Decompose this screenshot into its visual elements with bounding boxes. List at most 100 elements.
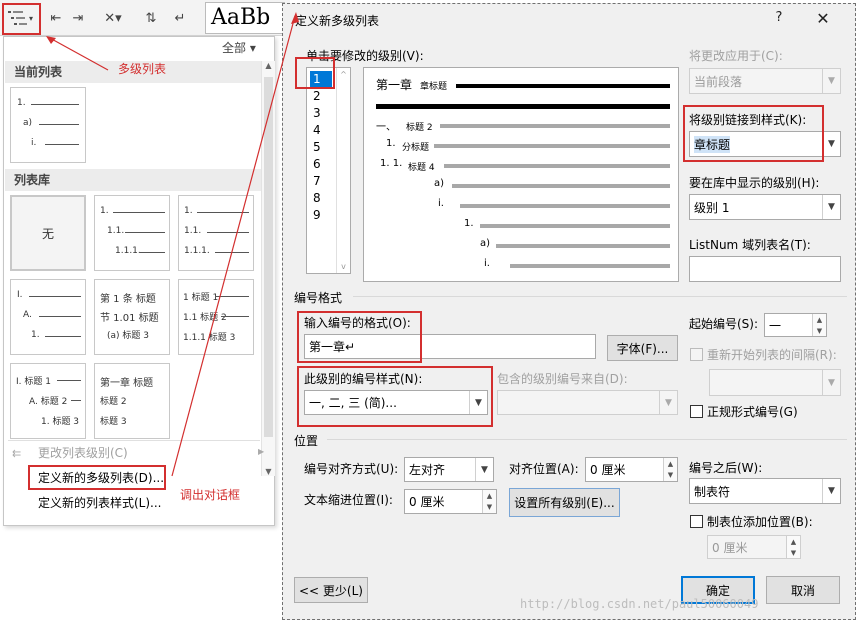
tile-text: I. xyxy=(17,290,23,300)
start-at-value: 一 xyxy=(769,318,782,333)
tile-text: 1. xyxy=(31,330,40,340)
start-at-spinner[interactable]: 一 ▲ ▼ xyxy=(764,313,827,337)
tile-text: (a) 标题 3 xyxy=(107,331,149,341)
preview-line xyxy=(460,204,670,208)
group-divider xyxy=(327,439,847,440)
sort-icon[interactable]: ⇅ xyxy=(140,6,162,30)
tile-text: 第 1 条 标题 xyxy=(100,294,156,305)
follow-number-value: 制表符 xyxy=(694,484,731,499)
help-icon[interactable]: ? xyxy=(769,10,789,25)
annotation-multilevel: 多级列表 xyxy=(118,62,167,76)
cancel-button[interactable]: 取消 xyxy=(766,576,840,604)
tile-text: I. 标题 1 xyxy=(16,377,51,387)
ribbon-toolbar: ▾ ⇤ ⇥ ✕▾ ⇅ ↵ AaBb xyxy=(0,0,290,36)
alignment-label: 编号对齐方式(U): xyxy=(304,462,399,476)
decrease-indent-icon[interactable]: ⇤ xyxy=(46,6,66,30)
tab-stop-checkbox[interactable] xyxy=(690,515,703,528)
panel-scrollbar[interactable]: ▲ ▼ xyxy=(261,61,275,476)
text-indent-spinner[interactable]: 0 厘米 ▲ ▼ xyxy=(404,489,497,514)
set-all-levels-button[interactable]: 设置所有级别(E)... xyxy=(509,488,620,517)
aligned-at-spinner[interactable]: 0 厘米 ▲ ▼ xyxy=(585,457,678,482)
list-tile-1[interactable]: 1. 1.1. 1.1.1. xyxy=(94,195,170,271)
preview-row-txt: 分标题 xyxy=(402,143,430,153)
tile-text: 1. xyxy=(184,206,193,216)
restart-list-label: 重新开始列表的间隔(R): xyxy=(707,348,837,362)
aligned-at-value: 0 厘米 xyxy=(590,463,626,477)
current-list-tile[interactable]: 1. a) i. xyxy=(10,87,86,163)
level-scrollbar[interactable]: ^ v xyxy=(336,68,350,273)
close-icon[interactable]: ✕ xyxy=(813,9,833,28)
level-item[interactable]: 9 xyxy=(310,207,332,224)
include-level-select[interactable]: ▼ xyxy=(497,390,678,415)
level-listbox[interactable]: 1 2 3 4 5 6 7 8 9 ^ v xyxy=(306,67,351,274)
chevron-down-icon: ▼ xyxy=(659,391,677,414)
list-library-header: 列表库 xyxy=(5,169,273,191)
follow-number-select[interactable]: 制表符 ▼ xyxy=(689,478,841,504)
alignment-select[interactable]: 左对齐 ▼ xyxy=(404,457,494,482)
less-button[interactable]: << 更少(L) xyxy=(294,577,368,603)
tab-stop-label: 制表位添加位置(B): xyxy=(707,515,813,529)
spinner-arrows-icon[interactable]: ▲ ▼ xyxy=(786,536,800,558)
annotation-box-number-style xyxy=(297,366,493,427)
preview-row-num: 1. xyxy=(386,138,396,149)
aligned-at-label: 对齐位置(A): xyxy=(509,462,579,476)
spinner-arrows-icon[interactable]: ▲ ▼ xyxy=(482,490,496,513)
list-tile-2[interactable]: 1. 1.1. 1.1.1. xyxy=(178,195,254,271)
asian-layout-icon[interactable]: ✕▾ xyxy=(98,6,128,30)
restart-list-checkbox[interactable] xyxy=(690,348,703,361)
level-item[interactable]: 3 xyxy=(310,105,332,122)
paragraph-mark-icon[interactable]: ↵ xyxy=(170,6,190,30)
apply-to-select[interactable]: 当前段落 ▼ xyxy=(689,68,841,94)
change-list-level-item[interactable]: 更改列表级别(C) xyxy=(30,443,136,463)
preview-line xyxy=(510,264,670,268)
tile-text: 节 1.01 标题 xyxy=(100,313,159,324)
tile-text: 标题 3 xyxy=(100,417,127,427)
tile-text: 1. xyxy=(100,206,109,216)
level-item[interactable]: 8 xyxy=(310,190,332,207)
level-item[interactable]: 7 xyxy=(310,173,332,190)
preview-row-num: 一、 xyxy=(376,122,396,133)
list-tile-none[interactable]: 无 xyxy=(10,195,86,271)
list-tile-5[interactable]: 1 标题 1 1.1 标题 2 1.1.1 标题 3 xyxy=(178,279,254,355)
chevron-down-icon: ▼ xyxy=(822,132,840,156)
spinner-arrows-icon[interactable]: ▲ ▼ xyxy=(812,314,826,336)
preview-row-num: a) xyxy=(434,178,445,189)
dialog-title: 定义新多级列表 xyxy=(295,14,380,28)
level-item[interactable]: 4 xyxy=(310,122,332,139)
listnum-input[interactable] xyxy=(689,256,841,282)
list-tile-7[interactable]: 第一章 标题 标题 2 标题 3 xyxy=(94,363,170,439)
tile-text: 1.1. xyxy=(107,226,125,236)
level-item[interactable]: 6 xyxy=(310,156,332,173)
list-tile-4[interactable]: 第 1 条 标题 节 1.01 标题 (a) 标题 3 xyxy=(94,279,170,355)
font-button[interactable]: 字体(F)... xyxy=(607,335,678,361)
preview-row-num: 1. 1. xyxy=(380,158,403,169)
chevron-down-icon: ▼ xyxy=(822,195,840,219)
preview-line xyxy=(480,224,670,228)
style-gallery-preview[interactable]: AaBb xyxy=(205,2,285,34)
preview-row-txt: 标题 4 xyxy=(408,163,435,173)
tile-text: 1. xyxy=(17,98,26,108)
show-level-select[interactable]: 级别 1 ▼ xyxy=(689,194,841,220)
apply-to-label: 将更改应用于(C): xyxy=(689,49,783,63)
menu-separator xyxy=(8,440,260,441)
spinner-arrows-icon[interactable]: ▲ ▼ xyxy=(663,458,677,481)
restart-level-select[interactable]: ▼ xyxy=(709,369,841,396)
define-new-list-style-item[interactable]: 定义新的列表样式(L)... xyxy=(30,493,170,513)
preview-row-num: a) xyxy=(480,238,491,249)
level-item[interactable]: 2 xyxy=(310,88,332,105)
list-tile-3[interactable]: I. A. 1. xyxy=(10,279,86,355)
annotation-box-define-list xyxy=(28,465,166,490)
tile-text: 1.1. xyxy=(184,226,202,236)
tile-none-label: 无 xyxy=(41,226,54,241)
increase-indent-icon[interactable]: ⇥ xyxy=(68,6,88,30)
preview-row-txt: 标题 2 xyxy=(406,123,433,133)
tab-stop-spinner[interactable]: 0 厘米 ▲ ▼ xyxy=(707,535,801,559)
tile-text: 1. 标题 3 xyxy=(41,417,80,427)
level-item[interactable]: 5 xyxy=(310,139,332,156)
follow-number-label: 编号之后(W): xyxy=(689,461,763,475)
preview-line xyxy=(376,104,670,109)
legal-style-checkbox[interactable] xyxy=(690,405,703,418)
list-tile-6[interactable]: I. 标题 1 A. 标题 2 1. 标题 3 xyxy=(10,363,86,439)
filter-dropdown[interactable]: 全部 ▾ xyxy=(222,39,256,56)
include-level-label: 包含的级别编号来自(D): xyxy=(497,372,628,386)
